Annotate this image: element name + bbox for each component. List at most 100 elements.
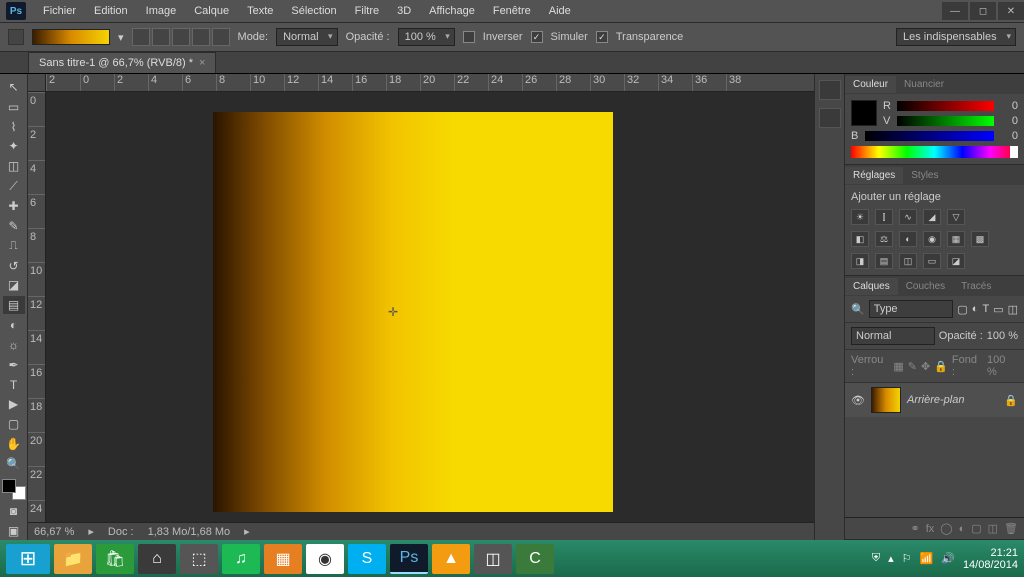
gradient-angle[interactable] [172,28,190,46]
layer-opacity-value[interactable]: 100 % [987,330,1018,342]
posterize-icon[interactable]: ▤ [875,253,893,269]
vibrance-icon[interactable]: ▽ [947,209,965,225]
v-value[interactable]: 0 [998,115,1018,127]
canvas-area[interactable]: 202468101214161820222426283032343638 024… [28,74,814,540]
type-tool[interactable]: T [3,376,25,394]
blur-tool[interactable]: ◐ [3,316,25,334]
close-button[interactable]: ✕ [998,2,1024,20]
lock-transparency-icon[interactable]: ▦ [893,360,903,373]
taskbar-store[interactable]: 🛍 [96,544,134,574]
gradient-reflected[interactable] [192,28,210,46]
filter-adjust-icon[interactable]: ◐ [972,303,979,315]
layer-item[interactable]: 👁 Arrière-plan 🔒 [845,383,1024,417]
link-layers-icon[interactable]: ⚭ [910,522,919,535]
ps-logo[interactable]: Ps [6,2,26,20]
layer-mask-icon[interactable]: ◯ [940,522,952,535]
layer-thumbnail[interactable] [871,387,901,413]
balance-icon[interactable]: ⚖ [875,231,893,247]
shape-tool[interactable]: ▢ [3,415,25,433]
ruler-vertical[interactable]: 024681012141618202224 [28,92,46,540]
tab-styles[interactable]: Styles [903,167,946,184]
menu-texte[interactable]: Texte [238,2,282,20]
r-value[interactable]: 0 [998,100,1018,112]
tray-action-icon[interactable]: ⚐ [902,552,912,565]
menu-fichier[interactable]: Fichier [34,2,85,20]
quickmask-toggle[interactable]: ◙ [3,502,25,520]
layer-name[interactable]: Arrière-plan [907,394,998,406]
hue-icon[interactable]: ◧ [851,231,869,247]
lookup-icon[interactable]: ▩ [971,231,989,247]
transparency-checkbox[interactable] [596,31,608,43]
tray-network-icon[interactable]: 📶 [920,552,934,565]
brush-tool[interactable]: ✎ [3,217,25,235]
taskbar-vlc[interactable]: ▲ [432,544,470,574]
document-tab[interactable]: Sans titre-1 @ 66,7% (RVB/8) * × [28,52,216,73]
gradient-radial[interactable] [152,28,170,46]
canvas[interactable]: ✛ [213,112,613,512]
new-layer-icon[interactable]: ◫ [988,522,998,535]
brightness-icon[interactable]: ☀ [851,209,869,225]
bw-icon[interactable]: ◐ [899,231,917,247]
lasso-tool[interactable]: ⌇ [3,118,25,136]
filter-type-icon[interactable]: T [982,303,989,315]
visibility-toggle[interactable]: 👁 [851,394,865,407]
menu-filtre[interactable]: Filtre [346,2,388,20]
r-slider[interactable] [897,101,994,111]
tab-reglages[interactable]: Réglages [845,167,903,184]
blend-mode-dropdown[interactable]: Normal [276,28,337,46]
filter-icon[interactable]: 🔍 [851,303,865,316]
dodge-tool[interactable]: ☼ [3,336,25,354]
taskbar-camtasia[interactable]: C [516,544,554,574]
filter-smart-icon[interactable]: ◫ [1008,303,1018,316]
taskbar-app4[interactable]: ◫ [474,544,512,574]
chevron-right-icon[interactable]: ▸ [88,525,94,538]
hand-tool[interactable]: ✋ [3,435,25,453]
stamp-tool[interactable]: ⎍ [3,237,25,255]
gradient-map-icon[interactable]: ▭ [923,253,941,269]
gradient-tool-icon[interactable] [8,29,24,45]
zoom-level[interactable]: 66,67 % [34,526,74,538]
exposure-icon[interactable]: ◢ [923,209,941,225]
close-tab-icon[interactable]: × [199,57,205,69]
taskbar-app3[interactable]: ▦ [264,544,302,574]
levels-icon[interactable]: ⫿ [875,209,893,225]
invert-icon[interactable]: ◨ [851,253,869,269]
tray-chevron-icon[interactable]: ▴ [888,552,894,565]
taskbar-app2[interactable]: ⬚ [180,544,218,574]
tray-volume-icon[interactable]: 🔊 [941,552,955,565]
menu-aide[interactable]: Aide [540,2,580,20]
b-slider[interactable] [865,131,994,141]
tray-clock[interactable]: 21:21 14/08/2014 [963,547,1018,571]
tray-shield-icon[interactable]: ⛨ [872,552,880,565]
screenmode-toggle[interactable]: ▣ [3,522,25,540]
eyedropper-tool[interactable]: ⟋ [3,177,25,195]
gradient-tool[interactable]: ▤ [3,296,25,314]
menu-edition[interactable]: Edition [85,2,137,20]
pen-tool[interactable]: ✒ [3,356,25,374]
delete-layer-icon[interactable]: 🗑 [1004,522,1018,535]
history-panel-icon[interactable] [819,80,841,100]
gradient-linear[interactable] [132,28,150,46]
lock-all-icon[interactable]: 🔒 [934,360,948,373]
menu-selection[interactable]: Sélection [282,2,345,20]
tab-calques[interactable]: Calques [845,278,898,295]
gradient-diamond[interactable] [212,28,230,46]
opacity-dropdown[interactable]: 100 % [398,28,455,46]
menu-fenetre[interactable]: Fenêtre [484,2,540,20]
foreground-color-swatch[interactable] [2,479,16,493]
crop-tool[interactable]: ◫ [3,157,25,175]
taskbar-spotify[interactable]: ♫ [222,544,260,574]
layer-kind-dropdown[interactable]: Type [869,300,954,318]
color-swatches[interactable] [2,479,26,500]
lock-pixels-icon[interactable]: ✎ [908,360,917,373]
menu-calque[interactable]: Calque [185,2,238,20]
hue-ramp[interactable] [851,146,1018,158]
photo-filter-icon[interactable]: ◉ [923,231,941,247]
v-slider[interactable] [897,116,994,126]
simulate-checkbox[interactable] [531,31,543,43]
chevron-right-icon[interactable]: ▸ [244,525,250,538]
selective-color-icon[interactable]: ◪ [947,253,965,269]
zoom-tool[interactable]: 🔍 [3,455,25,473]
filter-shape-icon[interactable]: ▭ [993,303,1003,316]
gradient-picker-arrow[interactable]: ▾ [118,31,124,44]
